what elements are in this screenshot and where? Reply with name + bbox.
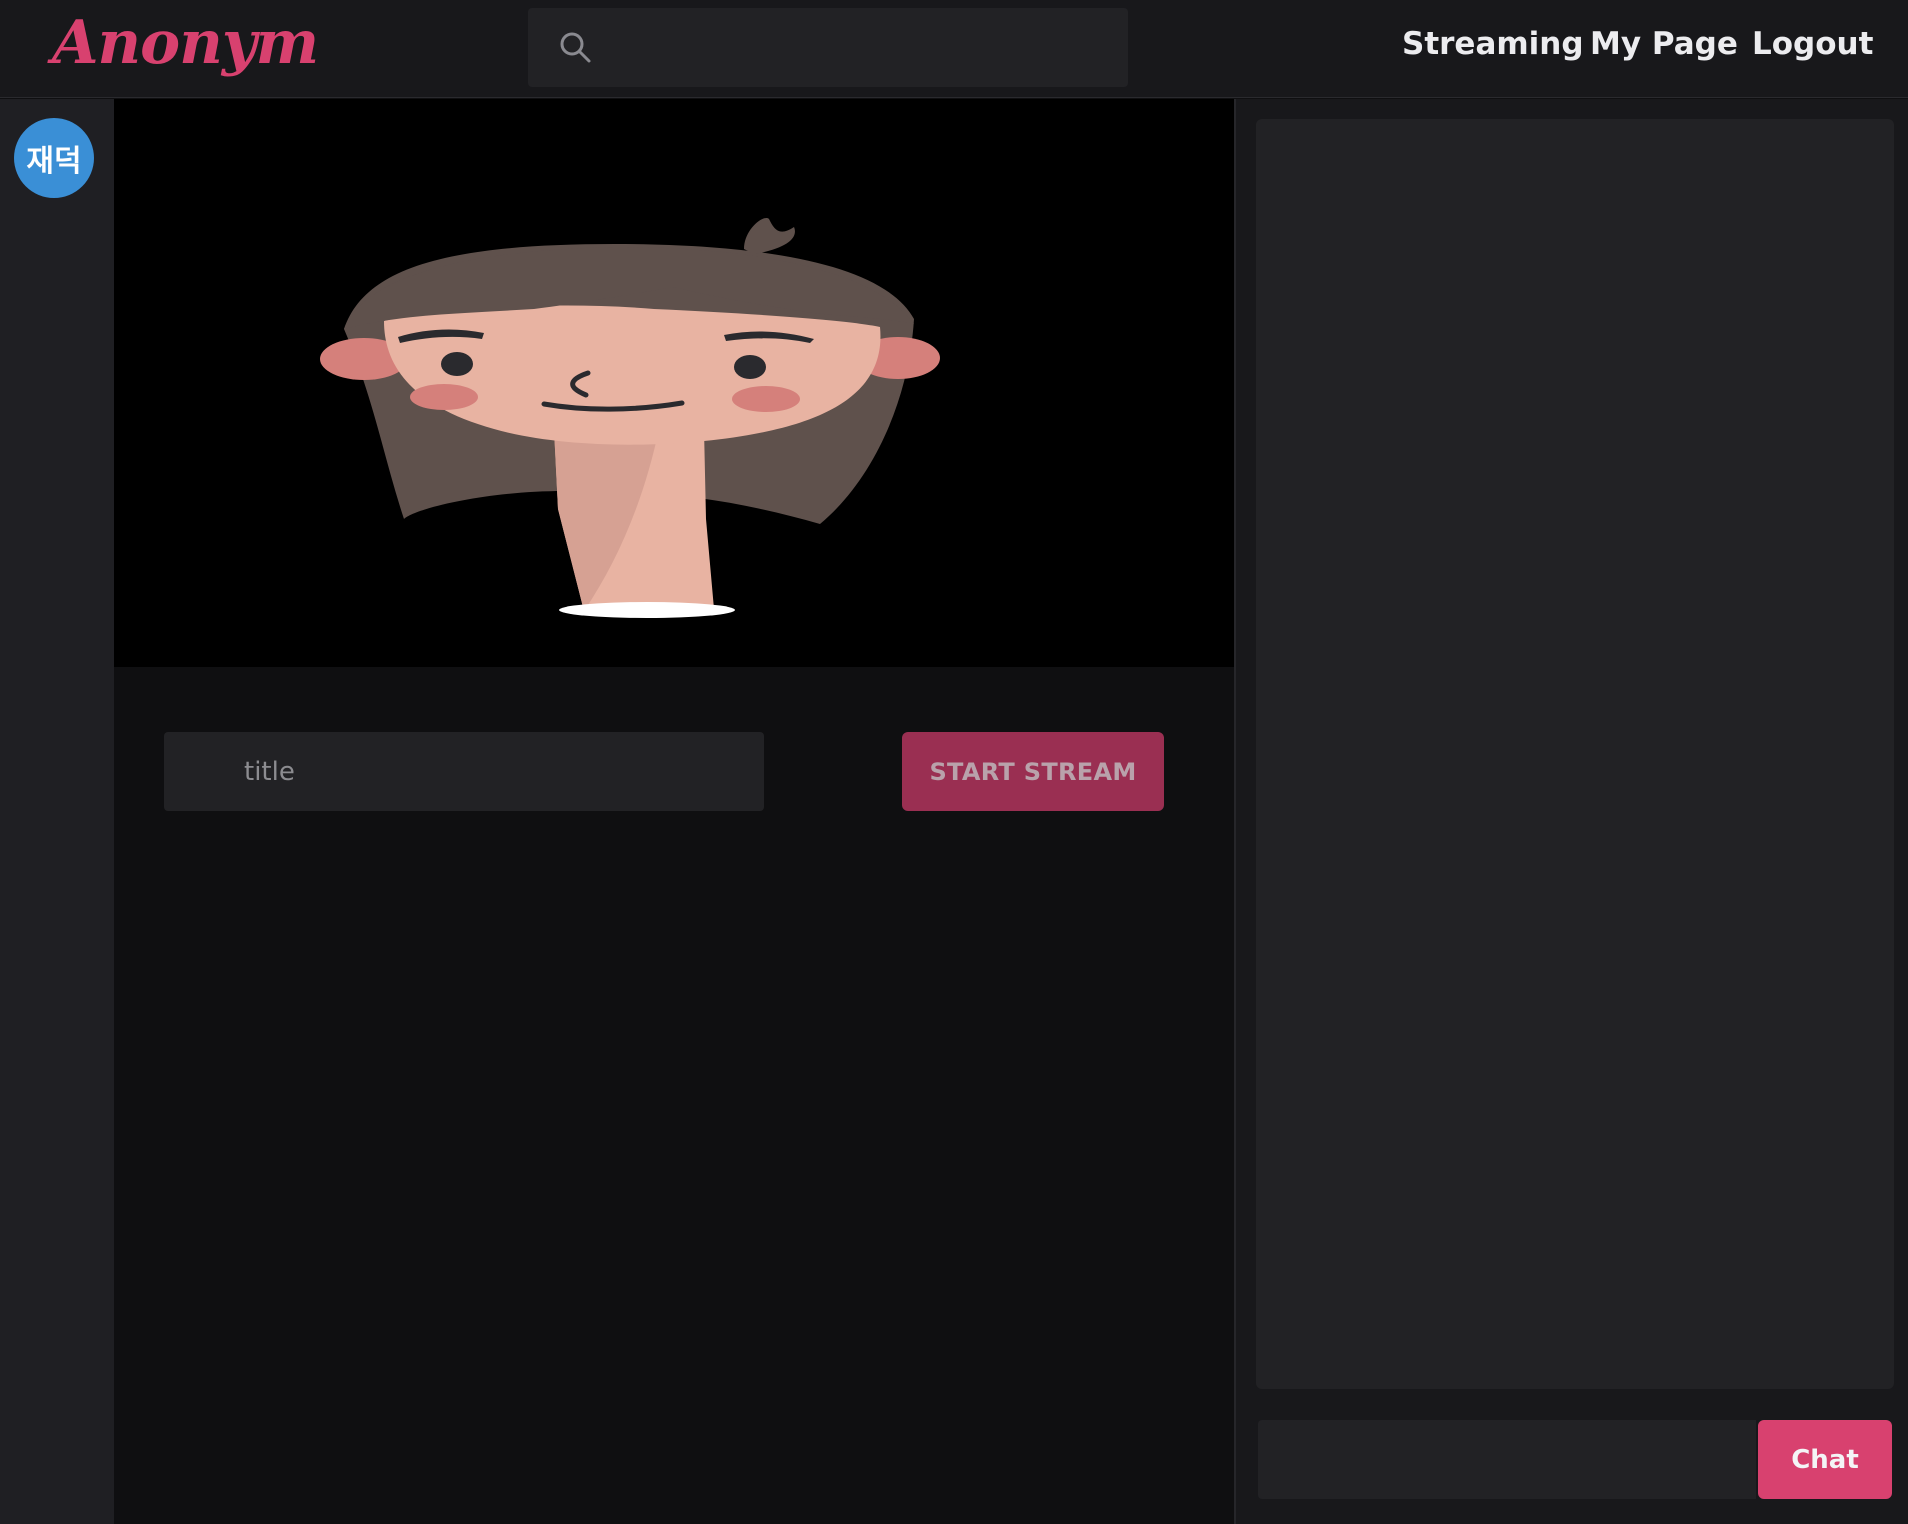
nav-my-page-link[interactable]: My Page [1590, 26, 1738, 62]
nav-logout-link[interactable]: Logout [1752, 26, 1873, 62]
search-input[interactable] [528, 8, 1128, 87]
avatar-character-illustration [320, 218, 940, 618]
video-preview [114, 99, 1234, 667]
stream-title-input[interactable] [164, 732, 764, 811]
chat-message-input[interactable] [1258, 1420, 1756, 1499]
left-sidebar [0, 99, 114, 1524]
main-stream-area: START STREAM [114, 99, 1234, 1524]
user-avatar[interactable]: 재덕 [14, 118, 94, 198]
nav-streaming-link[interactable]: Streaming [1402, 26, 1584, 62]
top-navigation-bar: Anonym Streaming My Page Logout [0, 0, 1908, 98]
start-stream-button[interactable]: START STREAM [902, 732, 1164, 811]
chat-messages-area[interactable] [1256, 119, 1894, 1389]
app-logo[interactable]: Anonym [52, 8, 319, 78]
chat-send-button[interactable]: Chat [1758, 1420, 1892, 1499]
search-icon [560, 32, 591, 63]
chat-panel: Chat [1236, 99, 1908, 1524]
